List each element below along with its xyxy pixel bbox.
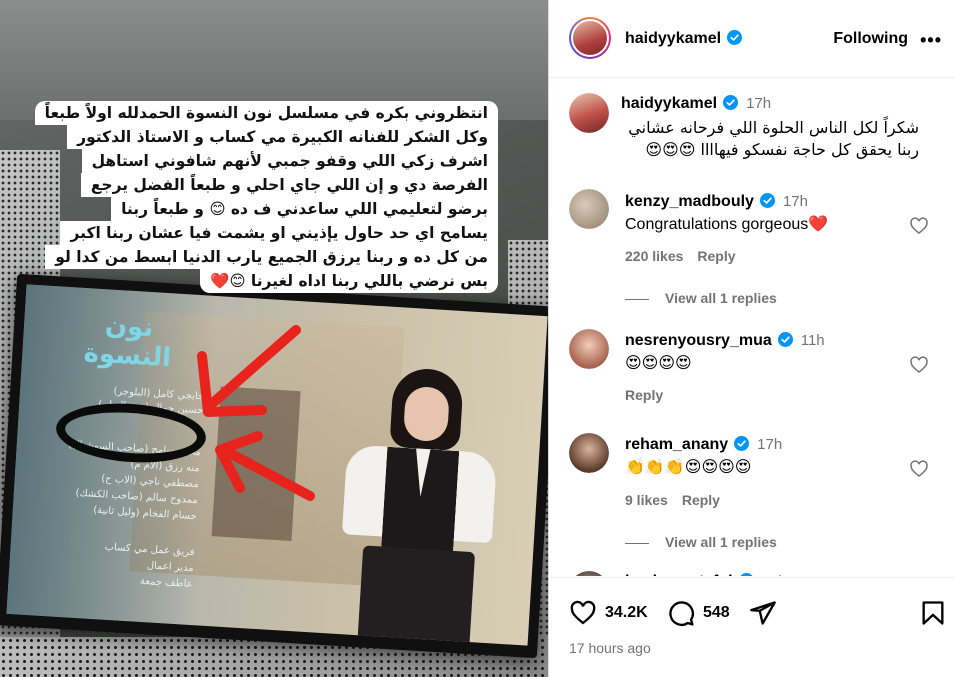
view-replies-button[interactable]: View all 1 replies — [625, 534, 777, 550]
comment-username[interactable]: reham_anany — [625, 436, 728, 453]
post-header: haidyykamel Following ••• — [549, 0, 955, 78]
story-caption: انتظروني بكره في مسلسل نون النسوة الحمدل… — [34, 101, 498, 293]
following-button[interactable]: Following — [833, 30, 908, 48]
more-options-icon[interactable]: ••• — [920, 30, 942, 51]
comment-likes[interactable]: 9 likes — [625, 492, 668, 508]
comment-username[interactable]: basinamatafoi — [625, 573, 733, 576]
comment-time[interactable]: 11h — [801, 332, 825, 349]
comment-count[interactable]: 548 — [703, 604, 730, 622]
share-send-icon[interactable] — [749, 599, 777, 627]
caption-text-line: ربنا يحقق كل حاجة نفسكو فيهاااا 😍😍😍 — [645, 140, 919, 159]
post-timestamp[interactable]: 17 hours ago — [569, 640, 651, 656]
save-bookmark-icon[interactable] — [919, 599, 947, 627]
caption-line: يسامح اي حد حاول يإذيني او يشمت فيا عشان… — [60, 221, 498, 245]
comment-username[interactable]: nesrenyousry_mua — [625, 332, 772, 349]
reply-button[interactable]: Reply — [625, 387, 663, 403]
comment-avatar[interactable] — [569, 329, 609, 369]
like-comment-icon[interactable] — [909, 216, 929, 236]
comment-meta: Reply — [625, 387, 677, 403]
red-arrow-icon — [215, 431, 315, 501]
comment-time[interactable]: 17h — [746, 95, 771, 112]
verified-badge-icon — [777, 332, 793, 347]
comment-meta: 220 likes Reply — [625, 248, 750, 264]
like-comment-icon[interactable] — [909, 459, 929, 479]
caption-line: اشرف زكي اللي وقفو جمبي لأنهم شافوني است… — [81, 149, 498, 173]
comment-avatar[interactable] — [569, 433, 609, 473]
reply-button[interactable]: Reply — [697, 248, 735, 264]
comment-text: 👏👏👏😍😍😍😍 — [625, 459, 752, 476]
comment-username[interactable]: haidyykamel — [621, 95, 717, 112]
comment-avatar[interactable] — [569, 571, 609, 576]
avatar-image — [569, 329, 609, 369]
actress-skirt — [357, 545, 476, 646]
caption-line: بس نرضي باللي ربنا اداه لغيرنا 😊❤️ — [200, 269, 498, 293]
verified-badge-icon — [734, 436, 750, 451]
reply-button[interactable]: Reply — [682, 492, 720, 508]
caption-line: انتظروني بكره في مسلسل نون النسوة الحمدل… — [34, 101, 498, 125]
author-avatar[interactable] — [569, 17, 611, 59]
comment-header: haidyykamel 17h — [621, 95, 771, 113]
view-replies-button[interactable]: View all 1 replies — [625, 290, 777, 306]
comment-header: reham_anany 17h — [625, 436, 782, 454]
avatar-image — [569, 433, 609, 473]
comments-list[interactable]: haidyykamel 17h شكراً لكل الناس الحلوة ال… — [549, 79, 955, 576]
comment-text: Congratulations gorgeous❤️ — [625, 216, 829, 233]
caption-line: الفرصة دي و إن اللي جاي احلي و طبعاً الف… — [80, 173, 498, 197]
avatar-image — [571, 19, 609, 57]
verified-badge-icon — [759, 193, 775, 208]
avatar-image — [569, 571, 609, 576]
comment-text: 😍😍😍😍 — [625, 355, 692, 372]
caption-line: برضو لتعليمي اللي ساعدني ف ده 😊 و طبعاً … — [111, 197, 498, 221]
post-actions: 34.2K 548 17 hours ago — [549, 577, 955, 677]
comment-avatar[interactable] — [569, 93, 609, 133]
caption-text-line: شكراً لكل الناس الحلوة اللي فرحانه عشاني — [628, 118, 919, 137]
comment-header: basinamatafoi 15h — [625, 573, 787, 576]
avatar-image — [569, 189, 609, 229]
verified-badge-icon — [740, 573, 753, 576]
like-comment-icon[interactable] — [909, 355, 929, 375]
comment-meta: 9 likes Reply — [625, 492, 734, 508]
comment-header: kenzy_madbouly 17h — [625, 193, 808, 211]
like-heart-icon[interactable] — [569, 599, 597, 627]
comment-header: nesrenyousry_mua 11h — [625, 332, 825, 350]
comment-time[interactable]: 17h — [783, 193, 808, 210]
verified-badge-icon — [723, 95, 739, 110]
show-logo: نون النسوة — [82, 310, 173, 373]
author-username[interactable]: haidyykamel — [625, 30, 743, 48]
post-media[interactable]: نون النسوة جايجي كامل (البلوجر) حسين جما… — [0, 0, 548, 677]
comment-time[interactable]: 17h — [757, 436, 782, 453]
author-username-text[interactable]: haidyykamel — [625, 30, 721, 47]
comment-avatar[interactable] — [569, 189, 609, 229]
comment-username[interactable]: kenzy_madbouly — [625, 193, 754, 210]
post-side-panel: haidyykamel Following ••• haidyykamel 17h… — [548, 0, 955, 677]
verified-badge-icon — [727, 30, 743, 45]
like-count[interactable]: 34.2K — [605, 604, 648, 622]
avatar-image — [569, 93, 609, 133]
caption-line: وكل الشكر للفنانه الكبيرة مي كساب و الاس… — [67, 125, 498, 149]
comment-time[interactable]: 15h — [762, 573, 787, 576]
caption-line: من كل ده و ربنا يرزق الجميع يارب الدنيا … — [45, 245, 498, 269]
comment-bubble-icon[interactable] — [667, 599, 695, 627]
red-arrow-icon — [197, 325, 301, 417]
comment-likes[interactable]: 220 likes — [625, 248, 683, 264]
